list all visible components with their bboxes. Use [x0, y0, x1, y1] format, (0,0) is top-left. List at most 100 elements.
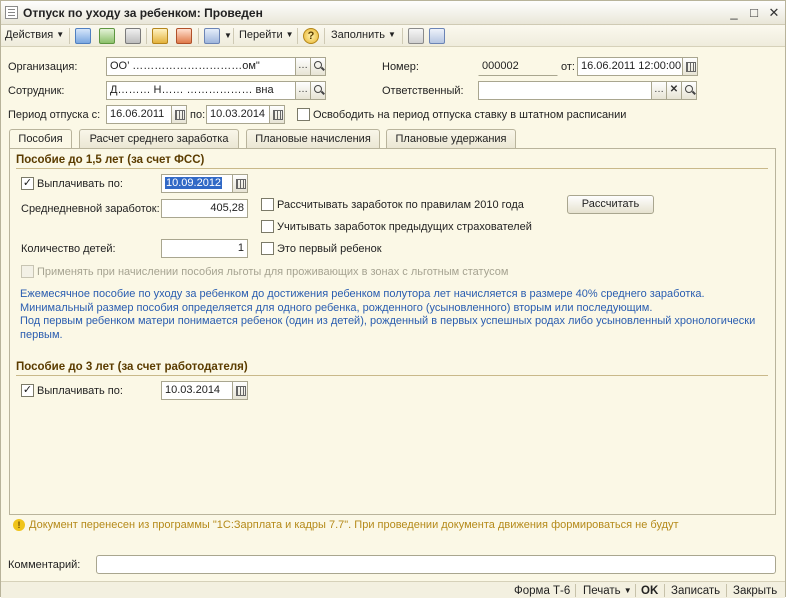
info-line: Минимальный размер пособия определяется …	[20, 301, 653, 314]
select-button[interactable]: …	[295, 81, 311, 100]
calendar-icon[interactable]	[232, 174, 248, 193]
info-line: первым.	[20, 328, 63, 341]
ok-button[interactable]: OK	[641, 585, 658, 597]
print-menu[interactable]: Печать ▼	[583, 585, 632, 597]
print-label: Печать	[583, 585, 621, 597]
footer-separator	[664, 584, 665, 597]
pay-until-3-checkbox[interactable]: ✓	[21, 384, 34, 397]
tab-benefits[interactable]: Пособия	[9, 129, 72, 149]
footer-separator	[575, 584, 576, 597]
comment-label: Комментарий:	[8, 559, 81, 571]
calendar-icon[interactable]	[682, 57, 698, 76]
chevron-down-icon: ▼	[623, 586, 632, 595]
toolbar: Действия ▼ ▼ Перейти ▼ ? Заполнить ▼	[1, 25, 785, 47]
save-button[interactable]: Записать	[671, 585, 720, 597]
pay-until-15-label: Выплачивать по:	[37, 178, 123, 190]
document-icon	[5, 6, 18, 19]
refresh-icon[interactable]	[99, 28, 115, 44]
search-icon[interactable]	[310, 57, 326, 76]
post-document-icon[interactable]	[152, 28, 168, 44]
number-label: Номер:	[382, 61, 419, 73]
period-label: Период отпуска с:	[8, 109, 101, 121]
fill-label: Заполнить	[331, 29, 386, 41]
post-and-close-icon[interactable]	[75, 28, 91, 44]
calculate-button[interactable]: Рассчитать	[567, 195, 654, 214]
search-icon[interactable]	[310, 81, 326, 100]
release-rate-checkbox[interactable]	[297, 108, 310, 121]
goto-menu[interactable]: Перейти ▼	[239, 29, 294, 41]
select-button[interactable]: …	[651, 81, 667, 100]
employee-field[interactable]: Д……… Н…… ……………… вна	[106, 81, 296, 100]
goto-label: Перейти	[239, 29, 283, 41]
chevron-down-icon: ▼	[56, 30, 65, 39]
first-child-label: Это первый ребенок	[277, 243, 382, 255]
org-field[interactable]: ОО’ …………………………ом"	[106, 57, 296, 76]
section-divider	[16, 375, 768, 376]
select-button[interactable]: …	[295, 57, 311, 76]
tab-planned-accruals[interactable]: Плановые начисления	[246, 129, 380, 148]
section-15-title: Пособие до 1,5 лет (за счет ФСС)	[16, 154, 205, 166]
tab-planned-deductions[interactable]: Плановые удержания	[386, 129, 516, 148]
search-icon[interactable]	[681, 81, 697, 100]
privilege-checkbox[interactable]	[21, 265, 34, 278]
period-to-label: по:	[190, 109, 206, 121]
number-field[interactable]: 000002	[478, 57, 558, 76]
chevron-down-icon[interactable]: ▼	[224, 31, 232, 40]
structure-icon[interactable]	[204, 28, 220, 44]
chevron-down-icon: ▼	[285, 30, 294, 39]
list-icon[interactable]	[429, 28, 445, 44]
transfer-note: Документ перенесен из программы "1С:Зарп…	[29, 519, 679, 531]
calendar-icon[interactable]	[171, 105, 187, 124]
footer-separator	[635, 584, 636, 597]
table-icon[interactable]	[408, 28, 424, 44]
clear-icon[interactable]: ✕	[666, 81, 682, 100]
bottom-bar: Форма Т-6 Печать ▼ OK Записать Закрыть	[1, 581, 785, 598]
minimize-button[interactable]: _	[725, 4, 743, 21]
window-title: Отпуск по уходу за ребенком: Проведен	[23, 6, 263, 20]
calendar-icon[interactable]	[232, 381, 248, 400]
section-divider	[16, 168, 768, 169]
toolbar-separator	[402, 28, 403, 44]
pay-until-15-checkbox[interactable]: ✓	[21, 177, 34, 190]
chevron-down-icon: ▼	[388, 30, 396, 39]
rules-2010-checkbox[interactable]	[261, 198, 274, 211]
period-from-field[interactable]: 16.06.2011	[106, 105, 172, 124]
tab-average-earnings[interactable]: Расчет среднего заработка	[79, 129, 239, 148]
close-button[interactable]: Закрыть	[733, 585, 777, 597]
actions-label: Действия	[5, 29, 54, 41]
rules-2010-label: Рассчитывать заработок по правилам 2010 …	[277, 199, 524, 211]
avg-earnings-label: Среднедневной заработок:	[21, 203, 160, 215]
copy-icon[interactable]	[125, 28, 141, 44]
children-count-field[interactable]: 1	[161, 239, 248, 258]
info-line: Под первым ребенком матери понимается ре…	[20, 315, 756, 327]
toolbar-separator	[198, 28, 199, 44]
responsible-field[interactable]	[478, 81, 652, 100]
employee-label: Сотрудник:	[8, 85, 65, 97]
date-field[interactable]: 16.06.2011 12:00:00	[577, 57, 683, 76]
pay-until-3-field[interactable]: 10.03.2014	[161, 381, 233, 400]
form-t6-button[interactable]: Форма Т-6	[514, 585, 570, 597]
maximize-button[interactable]: □	[745, 4, 763, 21]
first-child-checkbox[interactable]	[261, 242, 274, 255]
benefit-info-text: Ежемесячное пособие по уходу за ребенком…	[20, 288, 760, 342]
unpost-document-icon[interactable]	[176, 28, 192, 44]
prev-insurers-label: Учитывать заработок предыдущих страховат…	[277, 221, 532, 233]
info-icon: !	[13, 519, 25, 531]
period-to-field[interactable]: 10.03.2014	[206, 105, 270, 124]
pay-until-15-field[interactable]: 10.09.2012	[161, 174, 233, 193]
fill-menu[interactable]: Заполнить ▼	[331, 29, 396, 41]
pay-until-15-value: 10.09.2012	[165, 177, 223, 189]
toolbar-separator	[69, 28, 70, 44]
close-window-button[interactable]: ✕	[765, 4, 783, 21]
comment-field[interactable]	[96, 555, 776, 574]
info-line: Ежемесячное пособие по уходу за ребенком…	[20, 288, 705, 300]
avg-earnings-field[interactable]: 405,28	[161, 199, 248, 218]
prev-insurers-checkbox[interactable]	[261, 220, 274, 233]
help-icon[interactable]: ?	[303, 28, 319, 44]
calendar-icon[interactable]	[269, 105, 285, 124]
release-rate-label: Освободить на период отпуска ставку в шт…	[313, 109, 627, 121]
section-3-title: Пособие до 3 лет (за счет работодателя)	[16, 361, 248, 373]
children-count-label: Количество детей:	[21, 243, 116, 255]
from-label: от:	[561, 61, 575, 73]
actions-menu[interactable]: Действия ▼	[5, 29, 64, 41]
